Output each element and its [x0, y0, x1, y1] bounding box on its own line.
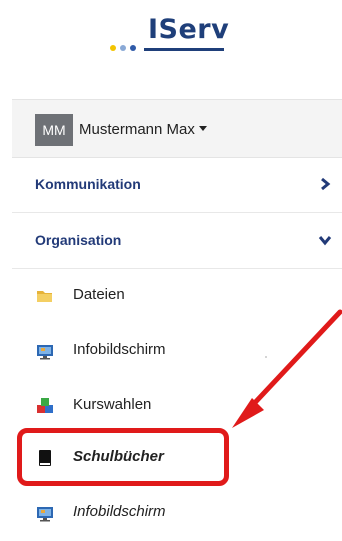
user-menu-toggle[interactable]: Mustermann Max: [79, 121, 207, 138]
logo-text: IServ: [148, 14, 230, 45]
caret-down-icon: [198, 126, 207, 131]
chevron-down-icon: [318, 236, 332, 246]
nav-section-label: Organisation: [35, 232, 122, 248]
user-menu[interactable]: MM Mustermann Max: [12, 99, 342, 158]
nav-section-organisation[interactable]: Organisation: [12, 213, 342, 269]
user-name: Mustermann Max: [79, 121, 195, 138]
nav-item-label: Kurswahlen: [73, 396, 152, 413]
nav-section-label: Kommunikation: [35, 176, 141, 192]
avatar: MM: [35, 114, 73, 146]
nav-item-kurswahlen[interactable]: Kurswahlen: [12, 380, 342, 434]
highlight-box: [17, 428, 229, 486]
blocks-icon: [37, 398, 53, 413]
nav-item-label: Infobildschirm: [73, 503, 166, 520]
iserv-logo[interactable]: IServ: [106, 12, 236, 62]
nav-item-infobildschirm-2[interactable]: Infobildschirm: [12, 487, 342, 541]
nav-item-infobildschirm[interactable]: Infobildschirm: [12, 325, 342, 379]
monitor-icon: [37, 345, 53, 360]
chevron-right-icon: [321, 177, 331, 191]
nav-item-dateien[interactable]: Dateien: [12, 270, 342, 324]
logo-underline: [144, 48, 224, 51]
monitor-icon: [37, 507, 53, 522]
nav-item-label: Dateien: [73, 286, 125, 303]
speck: [265, 356, 267, 358]
nav-section-kommunikation[interactable]: Kommunikation: [12, 157, 342, 213]
nav-item-label: Infobildschirm: [73, 341, 166, 358]
folder-icon: [37, 291, 52, 302]
